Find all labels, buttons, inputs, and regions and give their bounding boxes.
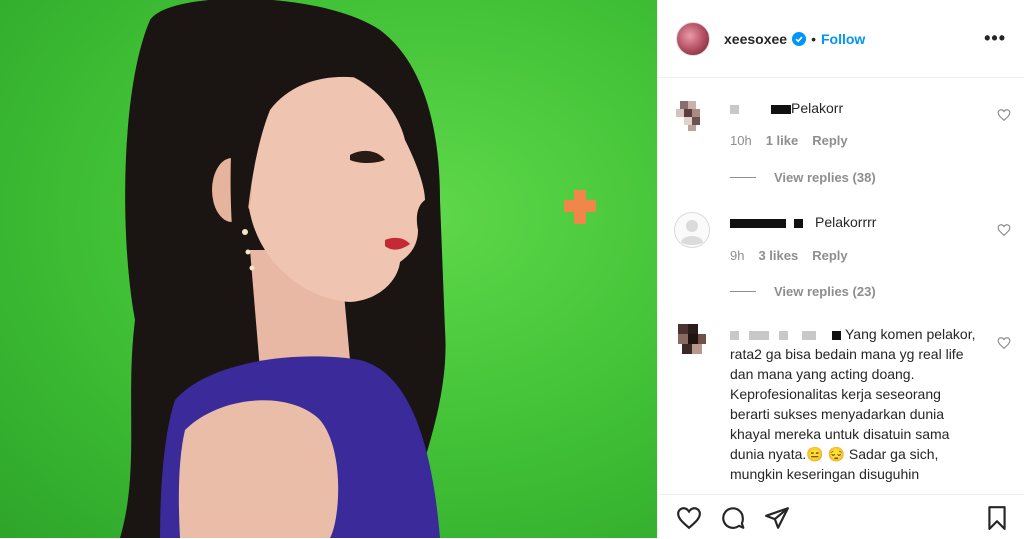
author-username[interactable]: xeesoxee	[724, 31, 787, 47]
comment-line: dan mana yang acting doang.	[730, 366, 915, 382]
commenter-avatar[interactable]	[674, 322, 710, 358]
comment-line: Keprofesionalitas kerja seseorang	[730, 386, 941, 402]
redacted-username	[730, 104, 739, 114]
comment-likes[interactable]: 1 like	[766, 133, 799, 148]
post-action-bar	[658, 494, 1024, 539]
redacted-mention	[771, 104, 791, 114]
redacted-username	[749, 330, 769, 340]
comment-text: Pelakorr	[730, 98, 984, 118]
view-replies-button[interactable]: View replies (38)	[730, 170, 876, 185]
heart-icon[interactable]	[676, 505, 702, 531]
comment-line: khayal mereka untuk disatuin sama	[730, 426, 950, 442]
view-replies-label: View replies (23)	[774, 284, 876, 299]
replies-divider	[730, 177, 756, 178]
comment-line: mungkin keseringan disuguhin	[730, 466, 920, 482]
redacted-username	[779, 330, 788, 340]
reply-button[interactable]: Reply	[812, 248, 847, 263]
comment-time: 9h	[730, 248, 745, 263]
comment-text: Yang komen pelakor, rata2 ga bisa bedain…	[730, 324, 984, 484]
comment-meta: 9h 3 likes Reply	[730, 248, 862, 263]
post-photo	[0, 0, 657, 538]
verified-badge-icon	[792, 31, 807, 46]
redacted-username	[730, 330, 739, 340]
view-replies-label: View replies (38)	[774, 170, 876, 185]
bookmark-icon[interactable]	[984, 505, 1010, 531]
comment-line: berarti sukses menyadarkan dunia	[730, 406, 945, 422]
comment-line: rata2 ga bisa bedain mana yg real life	[730, 346, 964, 362]
comment-icon[interactable]	[720, 505, 746, 531]
comment-body: Pelakorr	[791, 100, 844, 116]
replies-divider	[730, 291, 756, 292]
redacted-username	[730, 218, 786, 228]
view-replies-button[interactable]: View replies (23)	[730, 284, 876, 299]
post-header: xeesoxee • Follow •••	[658, 0, 1024, 78]
comment-time: 10h	[730, 133, 752, 148]
comment-like-heart-icon[interactable]	[997, 108, 1011, 122]
comment-body: Pelakorrrr	[815, 214, 877, 230]
comment-meta: 10h 1 like Reply	[730, 133, 862, 148]
redacted-mention	[794, 218, 803, 228]
comment-text: Pelakorrrr	[730, 212, 984, 232]
comment-line: Yang komen pelakor,	[845, 326, 976, 342]
comment-likes[interactable]: 3 likes	[758, 248, 798, 263]
redacted-username	[802, 330, 816, 340]
paper-plane-icon[interactable]	[764, 505, 790, 531]
author-avatar[interactable]	[676, 21, 710, 56]
photo-illustration	[120, 0, 596, 538]
comment-line: dunia nyata.😑 😔 Sadar ga sich,	[730, 446, 939, 462]
more-options-icon[interactable]: •••	[984, 28, 1006, 49]
comment-like-heart-icon[interactable]	[997, 223, 1011, 237]
default-avatar-icon[interactable]	[674, 212, 710, 248]
follow-button[interactable]: Follow	[821, 31, 865, 47]
reply-button[interactable]: Reply	[812, 133, 847, 148]
commenter-avatar[interactable]	[674, 97, 710, 133]
redacted-mention	[832, 330, 841, 340]
comments-panel: xeesoxee • Follow ••• Pelakorr 10h 1 like…	[657, 0, 1024, 538]
separator-dot: •	[811, 30, 816, 47]
comment-like-heart-icon[interactable]	[997, 336, 1011, 350]
